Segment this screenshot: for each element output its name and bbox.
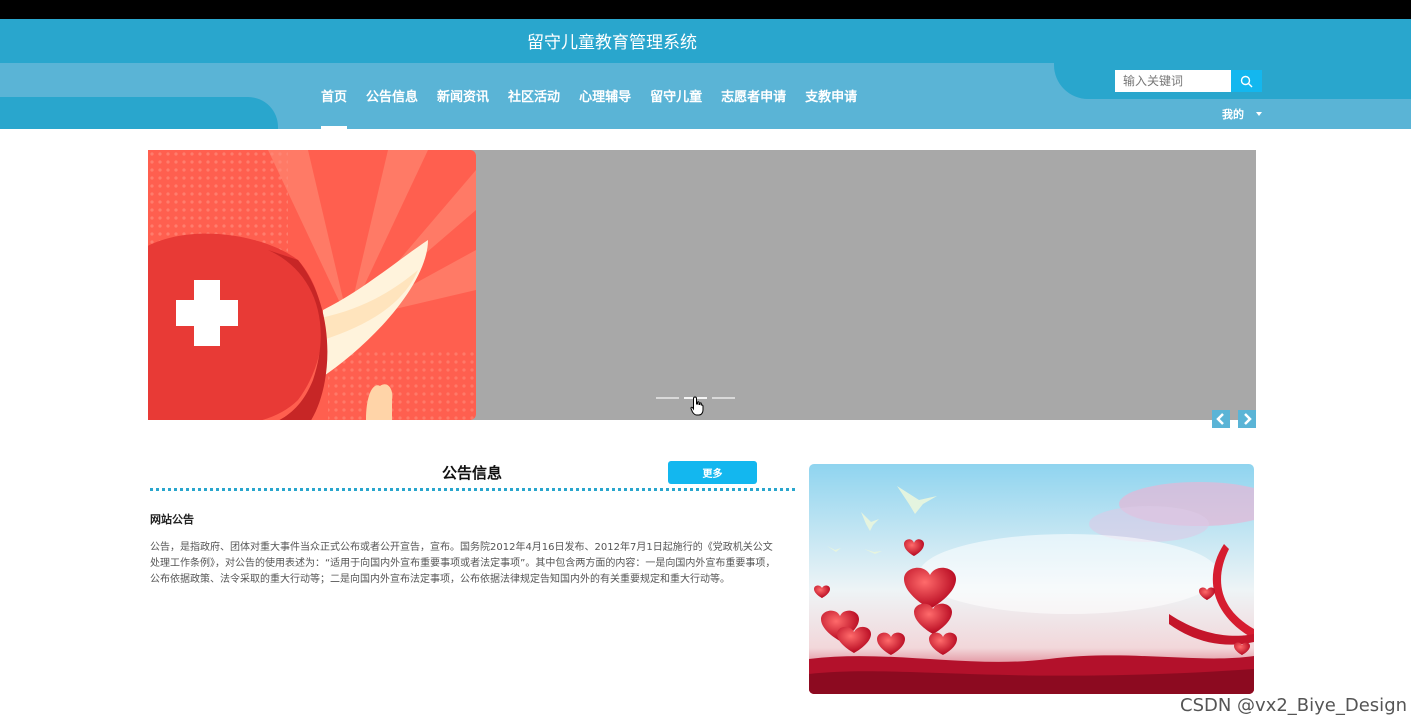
banner-carousel[interactable] xyxy=(148,150,1256,420)
nav-volunteer-application[interactable]: 志愿者申请 xyxy=(721,89,786,129)
user-menu-label: 我的 xyxy=(1222,108,1244,121)
carousel-dot[interactable] xyxy=(656,397,679,399)
search-input[interactable] xyxy=(1115,70,1231,92)
section-divider xyxy=(150,488,795,491)
main-nav: 首页 公告信息 新闻资讯 社区活动 心理辅导 留守儿童 志愿者申请 支教申请 xyxy=(321,89,857,129)
carousel-next-button[interactable] xyxy=(1238,410,1256,428)
announcement-title[interactable]: 网站公告 xyxy=(150,511,194,527)
nav-counseling[interactable]: 心理辅导 xyxy=(579,89,631,129)
chevron-left-icon xyxy=(1216,413,1224,425)
nav-news[interactable]: 新闻资讯 xyxy=(437,89,489,129)
nav-home[interactable]: 首页 xyxy=(321,89,348,129)
section-title-announcements: 公告信息 xyxy=(441,464,502,482)
more-button[interactable]: 更多 xyxy=(668,461,757,484)
chevron-right-icon xyxy=(1244,413,1252,425)
nav-community-activities[interactable]: 社区活动 xyxy=(508,89,560,129)
carousel-dot[interactable] xyxy=(712,397,735,399)
site-header: 留守儿童教育管理系统 首页 公告信息 新闻资讯 社区活动 心理辅导 留守儿童 志… xyxy=(0,19,1411,129)
search-icon xyxy=(1240,75,1253,87)
hearts-sky-image xyxy=(809,464,1254,694)
banner-slide-image xyxy=(148,150,476,420)
site-title: 留守儿童教育管理系统 xyxy=(527,33,697,53)
user-menu[interactable]: 我的 xyxy=(1222,106,1262,122)
nav-announcements[interactable]: 公告信息 xyxy=(366,89,418,129)
watermark: CSDN @vx2_Biye_Design xyxy=(1180,695,1408,716)
nav-teaching-application[interactable]: 支教申请 xyxy=(805,89,857,129)
search-button[interactable] xyxy=(1231,70,1262,92)
chevron-down-icon xyxy=(1256,112,1262,116)
nav-left-behind-children[interactable]: 留守儿童 xyxy=(650,89,702,129)
header-left-tab-shape xyxy=(0,97,278,129)
carousel-prev-button[interactable] xyxy=(1212,410,1230,428)
window-top-bar xyxy=(0,0,1411,19)
announcement-body: 公告，是指政府、团体对重大事件当众正式公布或者公开宣告，宣布。国务院2012年4… xyxy=(150,542,776,585)
hand-cursor-icon xyxy=(690,396,704,420)
